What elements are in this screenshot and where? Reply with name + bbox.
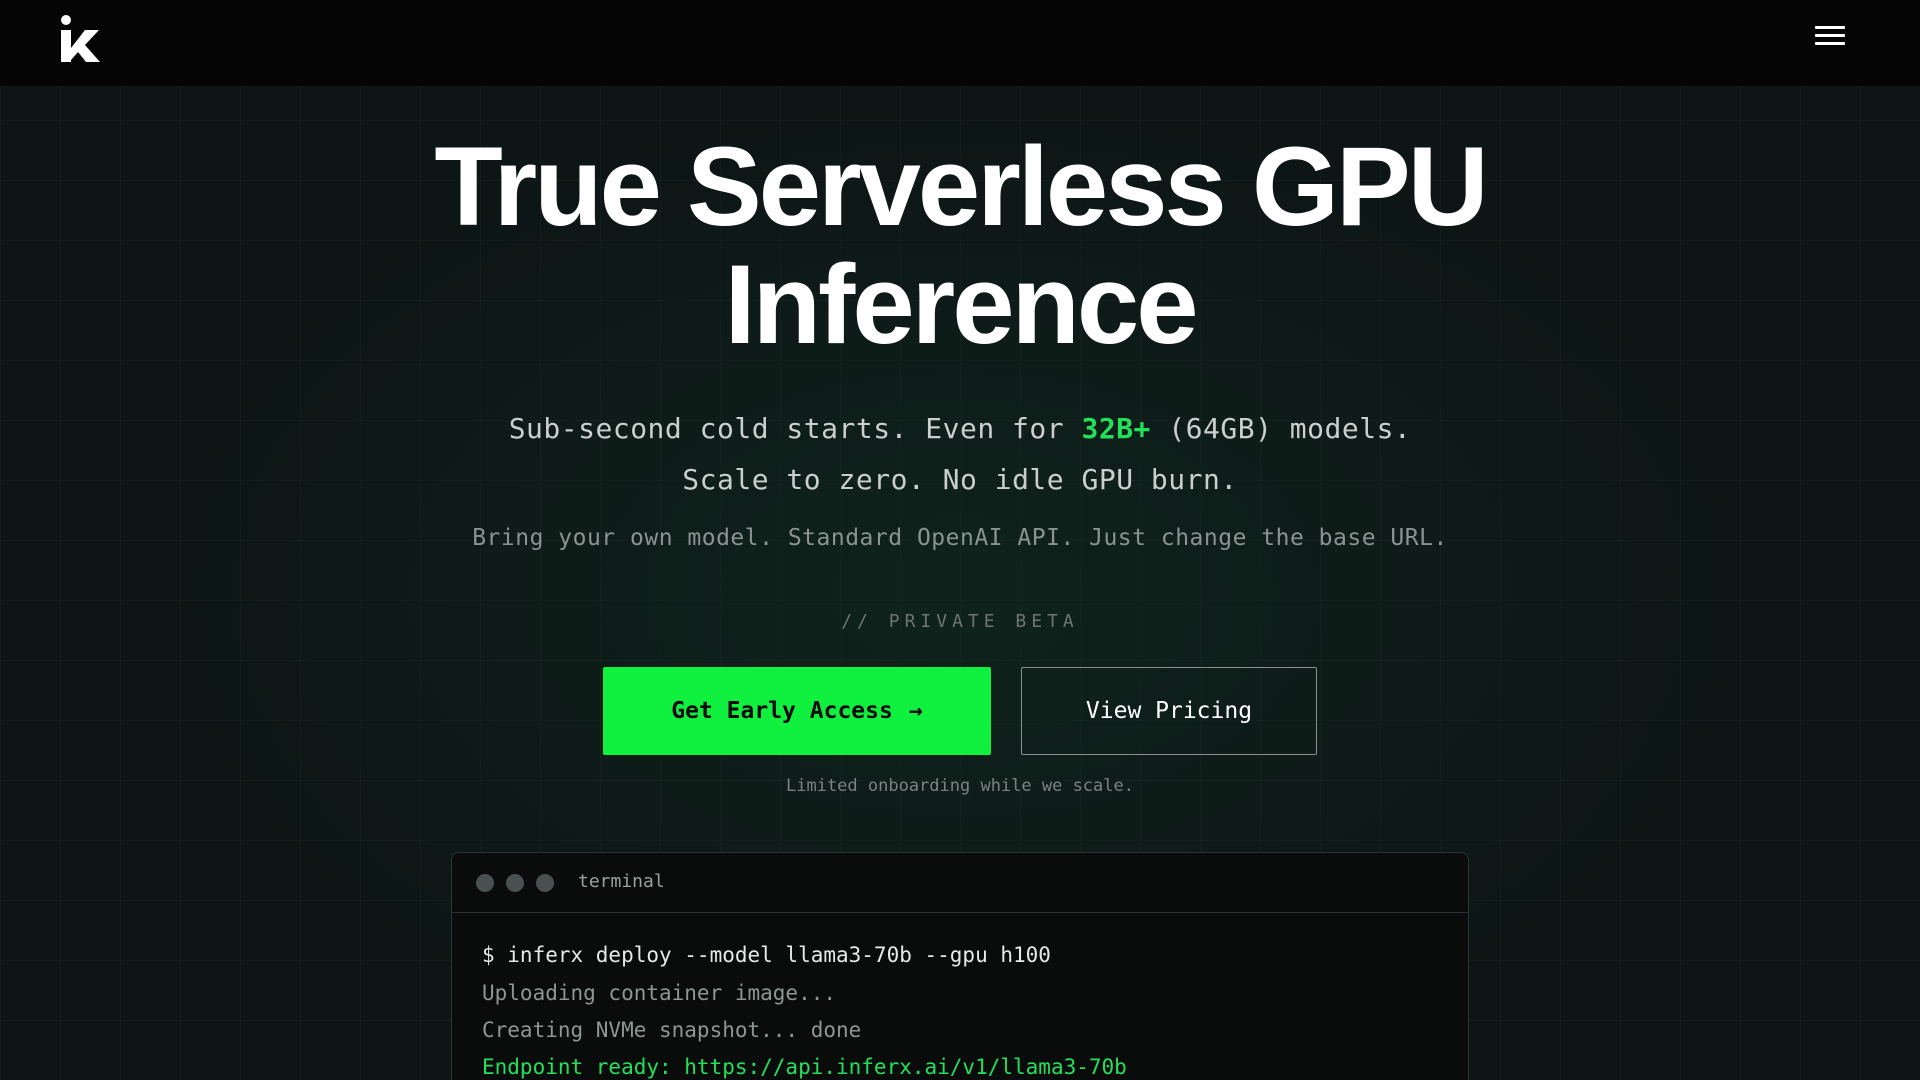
get-early-access-label: Get Early Access [671, 698, 893, 724]
get-early-access-button[interactable]: Get Early Access → [603, 667, 991, 755]
model-size-highlight: 32B+ [1081, 412, 1151, 445]
hamburger-menu-icon[interactable] [1815, 22, 1845, 50]
window-dot-close-icon [476, 874, 494, 892]
window-dot-minimize-icon [506, 874, 524, 892]
hero-description: Bring your own model. Standard OpenAI AP… [472, 525, 1448, 551]
hero-title-line-1: True Serverless GPU [434, 124, 1488, 249]
terminal-endpoint-line: Endpoint ready: https://api.inferx.ai/v1… [482, 1055, 1127, 1079]
top-navbar [0, 0, 1920, 86]
view-pricing-label: View Pricing [1085, 698, 1253, 724]
subtitle-suffix: (64GB) models. [1150, 412, 1412, 445]
private-beta-tag: // PRIVATE BETA [841, 611, 1079, 632]
hero-title-line-2: Inference [724, 242, 1199, 367]
arrow-right-icon: → [908, 698, 923, 724]
ix-logo-icon[interactable] [58, 14, 102, 64]
onboarding-note: Limited onboarding while we scale. [786, 776, 1134, 796]
terminal-output-line: Uploading container image... [482, 981, 837, 1005]
terminal-header: terminal [452, 853, 1468, 913]
hero-subtitle-1: Sub-second cold starts. Even for 32B+ (6… [0, 412, 1920, 445]
terminal-output-line: Creating NVMe snapshot... done [482, 1018, 862, 1042]
hero-subtitle-2: Scale to zero. No idle GPU burn. [682, 463, 1238, 496]
terminal-command-line: $ inferx deploy --model llama3-70b --gpu… [482, 943, 1051, 967]
terminal-window: terminal $ inferx deploy --model llama3-… [451, 852, 1469, 1080]
window-dot-maximize-icon [536, 874, 554, 892]
page: True Serverless GPU Inference Sub-second… [0, 0, 1920, 1080]
hero-title: True Serverless GPU Inference [0, 128, 1920, 364]
terminal-title: terminal [578, 871, 665, 892]
subtitle-prefix: Sub-second cold starts. Even for [508, 412, 1082, 445]
view-pricing-button[interactable]: View Pricing [1021, 667, 1317, 755]
